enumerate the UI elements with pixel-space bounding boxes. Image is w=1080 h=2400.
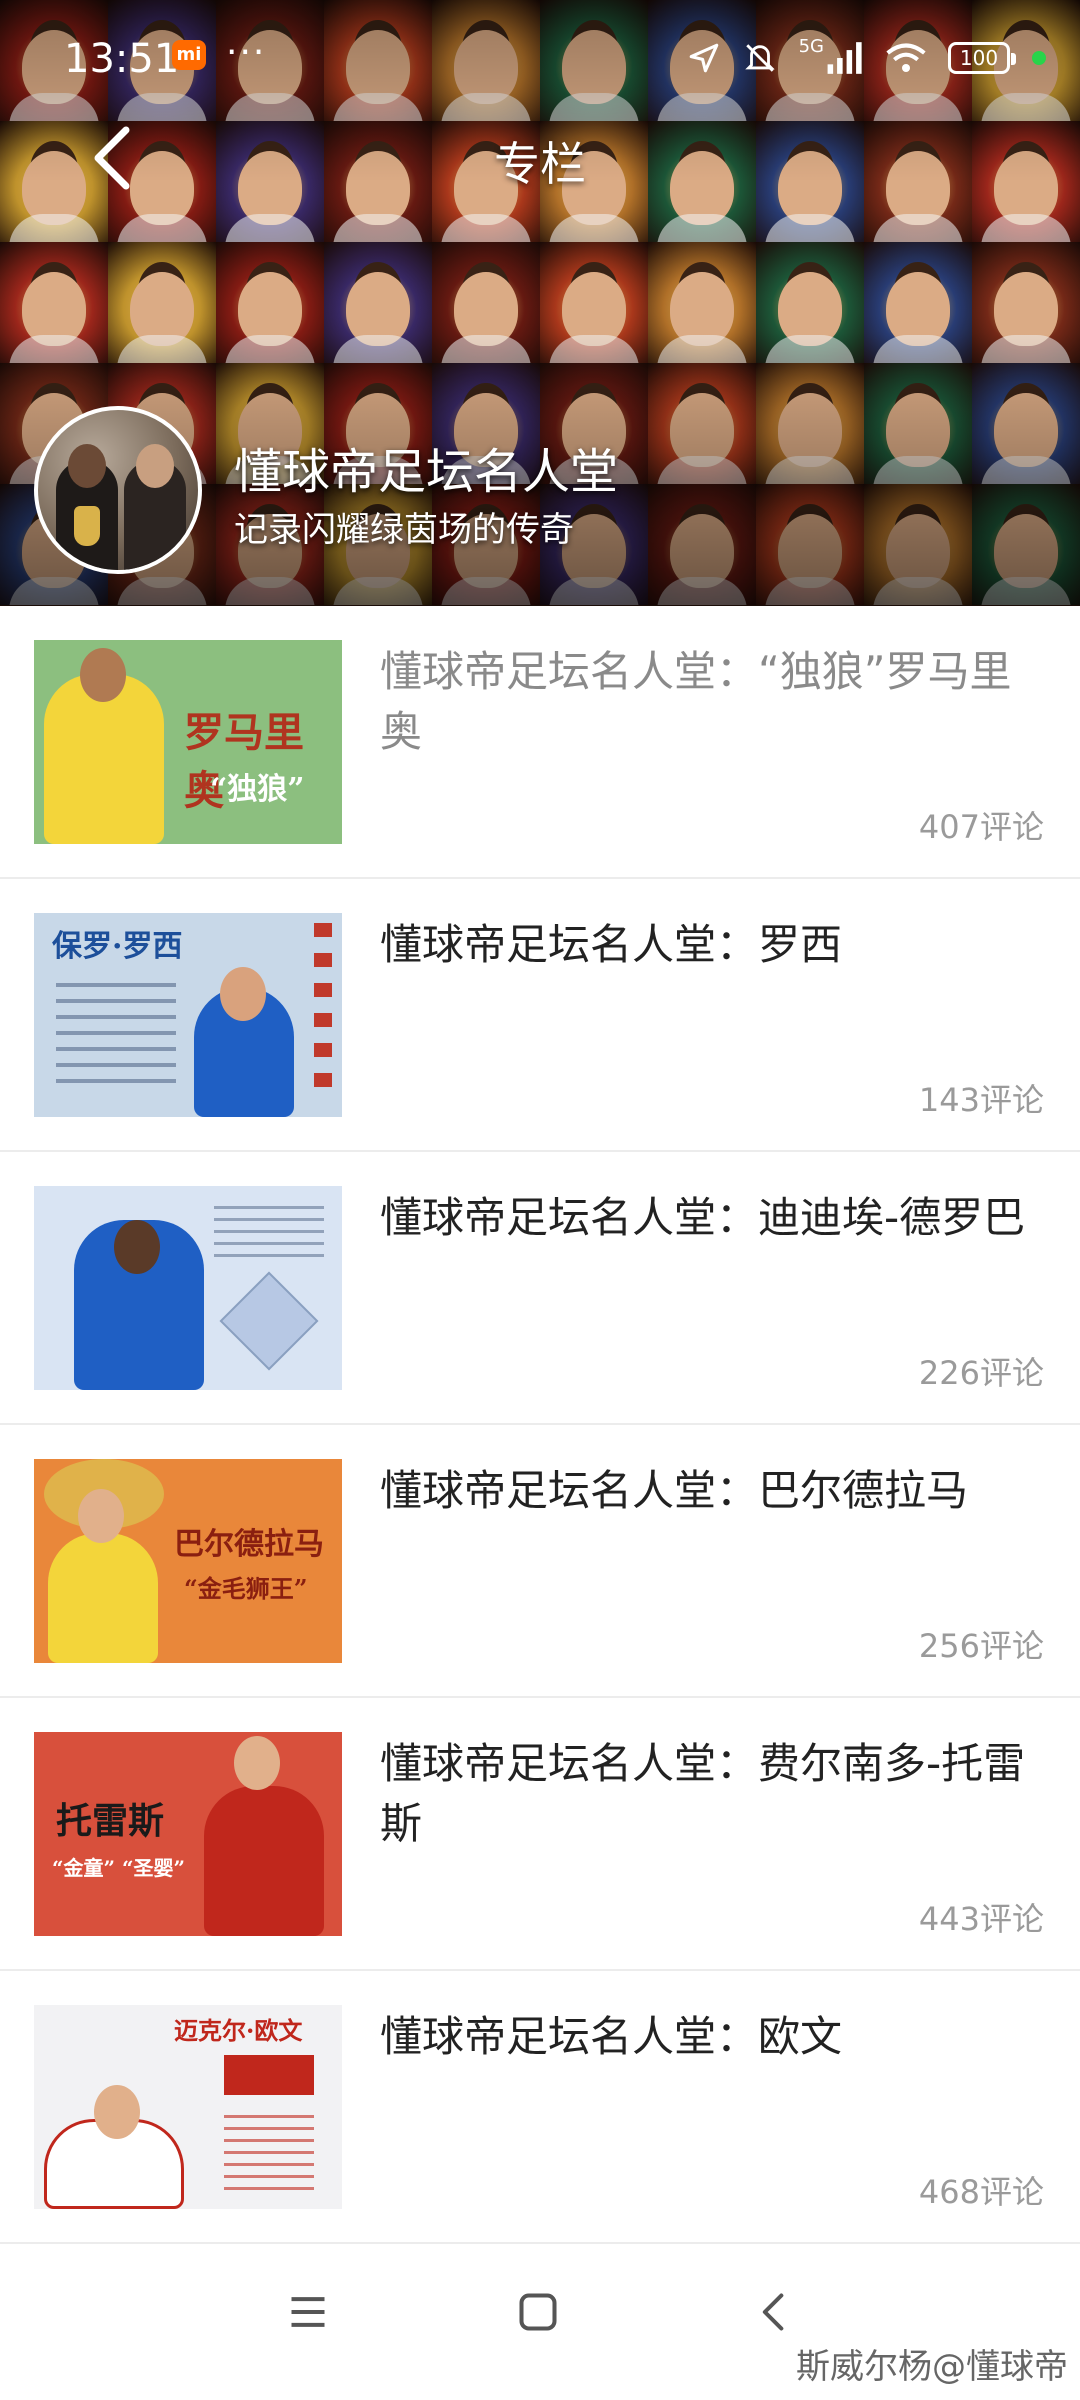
comment-count: 407评论: [918, 808, 1044, 846]
page-title: 专栏: [494, 137, 586, 191]
recent-apps-button[interactable]: [286, 2290, 330, 2338]
home-button[interactable]: [516, 2290, 560, 2338]
article-title: 懂球帝足坛名人堂：罗西: [380, 920, 843, 969]
thumb-player: [48, 1533, 158, 1663]
network-type: 5G: [798, 35, 824, 57]
trophy-icon: [74, 506, 100, 546]
thumb-text-lines: [214, 1206, 324, 1266]
column-avatar: [34, 406, 202, 574]
article-title: 懂球帝足坛名人堂：巴尔德拉马: [380, 1466, 969, 1515]
article-item-valderrama[interactable]: 巴尔德拉马 “金毛狮王” 懂球帝足坛名人堂：巴尔德拉马 256评论: [0, 1425, 1080, 1698]
thumb-face: [80, 648, 126, 702]
article-thumbnail: 托雷斯 “金童” “圣婴”: [34, 1732, 342, 1936]
thumb-face: [94, 2085, 140, 2139]
column-subtitle: 记录闪耀绿茵场的传奇: [234, 510, 574, 550]
location-icon: [689, 43, 718, 73]
signal-icon: [827, 42, 862, 74]
home-square-icon: [519, 2293, 557, 2331]
battery-level: 100: [959, 46, 999, 70]
thumb-red-banner: [224, 2055, 314, 2095]
article-thumbnail: [34, 1186, 342, 1390]
article-title: 懂球帝足坛名人堂：费尔南多-托雷斯: [380, 1739, 1026, 1848]
article-list: 罗马里奥 “独狼” 懂球帝足坛名人堂：“独狼”罗马里奥 407评论 保罗·罗西 …: [0, 606, 1080, 2244]
article-item-torres[interactable]: 托雷斯 “金童” “圣婴” 懂球帝足坛名人堂：费尔南多-托雷斯 443评论: [0, 1698, 1080, 1971]
article-item-owen[interactable]: 迈克尔·欧文 懂球帝足坛名人堂：欧文 468评论: [0, 1971, 1080, 2244]
thumb-text-lines: [224, 2115, 314, 2195]
thumb-face: [220, 967, 266, 1021]
thumb-club-badges: [314, 923, 332, 1103]
thumb-stat-radar: [219, 1271, 319, 1371]
comment-count: 256评论: [918, 1627, 1044, 1665]
mute-icon: [744, 44, 775, 72]
thumb-player: [204, 1786, 324, 1936]
article-title: 懂球帝足坛名人堂：欧文: [380, 2012, 843, 2061]
battery-icon: 100: [948, 42, 1016, 74]
menu-icon: [291, 2297, 325, 2327]
app-root: 13:51 mi ··· 5G 100 专栏 懂球帝足坛名人堂 记录闪耀绿茵场的…: [0, 0, 1080, 2400]
avatar-head-left: [68, 444, 106, 488]
article-item-drogba[interactable]: 懂球帝足坛名人堂：迪迪埃-德罗巴 226评论: [0, 1152, 1080, 1425]
avatar-head-right: [136, 444, 174, 488]
article-item-romario[interactable]: 罗马里奥 “独狼” 懂球帝足坛名人堂：“独狼”罗马里奥 407评论: [0, 606, 1080, 879]
system-nav-bar: 斯威尔杨@懂球帝: [0, 2250, 1080, 2400]
watermark: 斯威尔杨@懂球帝: [796, 2347, 1068, 2387]
system-back-button[interactable]: [752, 2290, 796, 2338]
status-time: 13:51: [64, 36, 180, 82]
thumb-face: [234, 1736, 280, 1790]
article-thumbnail: 巴尔德拉马 “金毛狮王”: [34, 1459, 342, 1663]
thumb-face: [114, 1220, 160, 1274]
status-bar: 13:51 mi ··· 5G 100: [0, 0, 1080, 110]
comment-count: 443评论: [918, 1900, 1044, 1938]
column-title: 懂球帝足坛名人堂: [234, 444, 619, 500]
privacy-indicator-dot: [1032, 51, 1046, 65]
comment-count: 226评论: [918, 1354, 1044, 1392]
article-thumbnail: 保罗·罗西: [34, 913, 342, 1117]
thumb-caption: 保罗·罗西: [52, 929, 183, 964]
article-title: 懂球帝足坛名人堂：迪迪埃-德罗巴: [380, 1193, 1026, 1242]
more-notifications-dots: ···: [226, 32, 267, 73]
back-chevron-icon: [762, 2293, 784, 2331]
article-thumbnail: 迈克尔·欧文: [34, 2005, 342, 2209]
thumb-subcaption: “独狼”: [210, 772, 305, 807]
thumb-caption: 托雷斯: [56, 1800, 165, 1842]
thumb-caption: 迈克尔·欧文: [174, 2016, 303, 2045]
column-header-banner: 13:51 mi ··· 5G 100 专栏 懂球帝足坛名人堂 记录闪耀绿茵场的…: [0, 0, 1080, 606]
article-title: 懂球帝足坛名人堂：“独狼”罗马里奥: [380, 647, 1012, 756]
mi-badge: mi: [172, 40, 206, 70]
comment-count: 468评论: [918, 2173, 1044, 2211]
article-item-rossi[interactable]: 保罗·罗西 懂球帝足坛名人堂：罗西 143评论: [0, 879, 1080, 1152]
status-icons: 5G 100: [687, 36, 1046, 80]
thumb-caption: 巴尔德拉马: [174, 1527, 324, 1562]
thumb-face: [78, 1489, 124, 1543]
thumb-subcaption: “金童” “圣婴”: [52, 1856, 185, 1880]
thumb-text-lines: [56, 983, 176, 1093]
wifi-icon: [886, 43, 926, 72]
article-thumbnail: 罗马里奥 “独狼”: [34, 640, 342, 844]
comment-count: 143评论: [918, 1081, 1044, 1119]
thumb-subcaption: “金毛狮王”: [184, 1574, 308, 1603]
